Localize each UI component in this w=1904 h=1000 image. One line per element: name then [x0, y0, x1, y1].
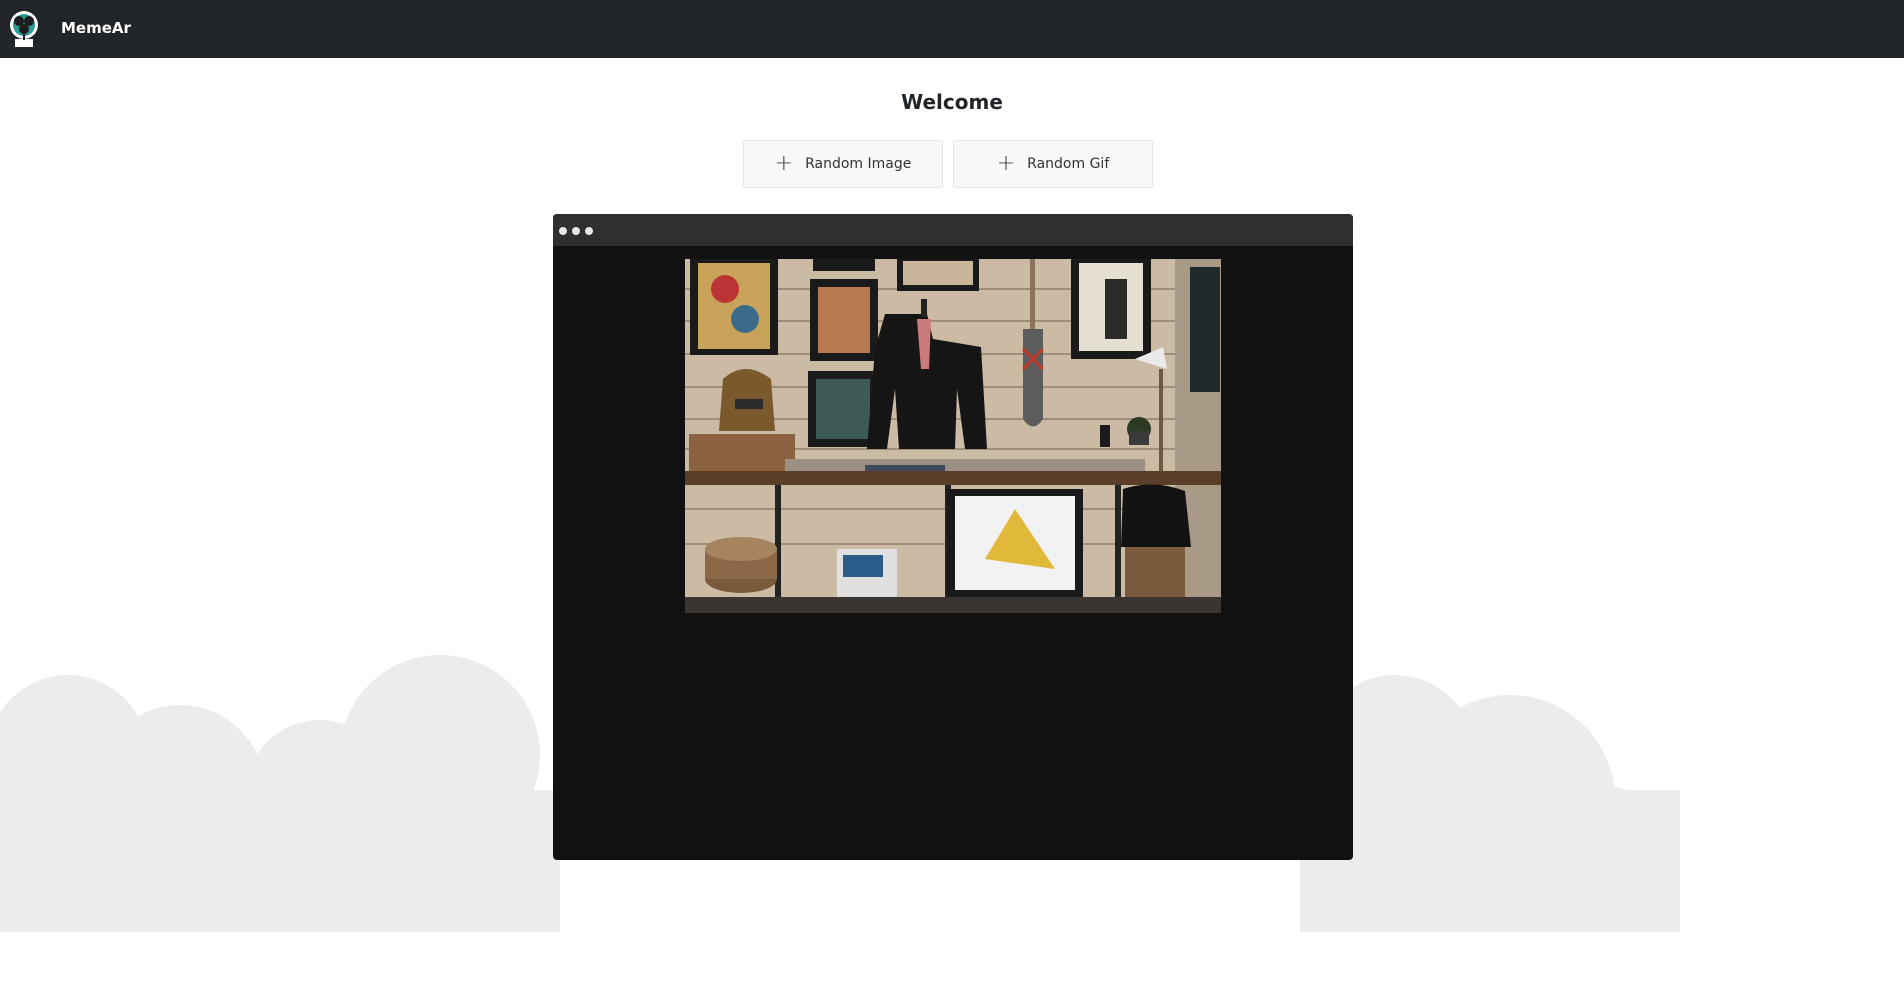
random-gif-label: Random Gif	[1027, 156, 1110, 172]
plus-icon: +	[996, 151, 1016, 176]
random-gif-button[interactable]: + Random Gif	[953, 140, 1153, 188]
window-dot-icon	[585, 227, 593, 235]
window-dot-icon	[559, 227, 567, 235]
image-viewer	[553, 214, 1353, 860]
navbar: MemeAr	[0, 0, 1904, 58]
tree-globe-logo-icon[interactable]	[8, 9, 40, 49]
plus-icon: +	[774, 151, 794, 176]
viewer-title-bar	[553, 214, 1353, 246]
brand-name[interactable]: MemeAr	[61, 19, 131, 37]
random-image-label: Random Image	[805, 156, 912, 172]
random-image	[685, 259, 1221, 613]
random-image-button[interactable]: + Random Image	[743, 140, 943, 188]
window-dot-icon	[572, 227, 580, 235]
page-title: Welcome	[901, 90, 1003, 114]
